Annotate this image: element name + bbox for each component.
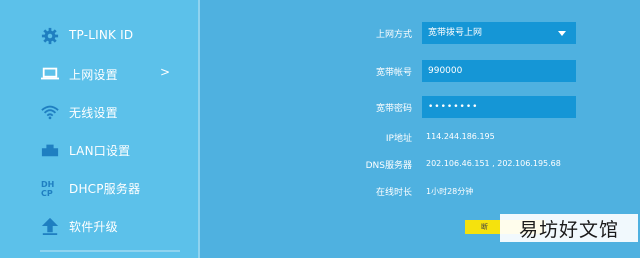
lan-port-icon xyxy=(40,140,60,160)
sidebar-item-label: DHCP服务器 xyxy=(69,182,141,196)
sidebar-item-internet-settings[interactable]: 上网设置 > xyxy=(0,56,198,92)
dns-label: DNS服务器 xyxy=(365,161,412,171)
sidebar-item-dhcp[interactable]: DH CP DHCP服务器 xyxy=(0,170,198,206)
watermark-text: 易坊好文馆 xyxy=(518,218,619,241)
dhcp-icon: DH CP xyxy=(40,178,60,198)
sidebar-item-label: 上网设置 xyxy=(69,68,118,82)
connection-mode-value: 宽带拨号上网 xyxy=(428,28,483,38)
password-label: 宽带密码 xyxy=(375,104,412,114)
connection-mode-select[interactable]: 宽带拨号上网 xyxy=(422,22,576,44)
svg-text:CP: CP xyxy=(41,189,53,198)
upload-icon xyxy=(40,216,60,236)
sidebar-item-upgrade[interactable]: 软件升级 xyxy=(0,208,198,244)
chevron-right-icon: > xyxy=(160,65,171,79)
sidebar-item-label: LAN口设置 xyxy=(69,144,131,158)
online-time-value: 1小时28分钟 xyxy=(426,187,474,196)
sidebar-item-label: 无线设置 xyxy=(69,106,118,120)
wifi-icon xyxy=(40,102,60,122)
sidebar-item-lan[interactable]: LAN口设置 xyxy=(0,132,198,168)
account-label: 宽带帐号 xyxy=(375,68,412,78)
sidebar-item-label: 软件升级 xyxy=(69,220,118,234)
sidebar-item-wireless[interactable]: 无线设置 xyxy=(0,94,198,130)
online-time-label: 在线时长 xyxy=(375,188,412,198)
account-input[interactable]: 990000 xyxy=(422,60,576,82)
ip-value: 114.244.186.195 xyxy=(426,132,495,141)
sidebar-item-label: TP-LINK ID xyxy=(69,28,134,42)
dns-value: 202.106.46.151 , 202.106.195.68 xyxy=(426,159,561,168)
svg-text:DH: DH xyxy=(41,180,54,189)
password-input[interactable]: •••••••• xyxy=(422,96,576,118)
dropdown-caret-icon xyxy=(558,31,566,36)
main-panel: 上网方式 宽带拨号上网 宽带帐号 990000 宽带密码 •••••••• IP… xyxy=(200,0,640,258)
watermark: 易坊好文馆 xyxy=(500,214,638,242)
sidebar: TP-LINK ID 上网设置 > 无线设置 LAN口设置 DH CP DHCP… xyxy=(0,0,200,258)
gear-icon xyxy=(40,26,60,46)
password-value: •••••••• xyxy=(428,102,479,112)
laptop-icon xyxy=(40,64,60,84)
sidebar-next-item-fragment xyxy=(40,250,180,258)
account-value: 990000 xyxy=(428,66,463,76)
disconnect-label: 断 xyxy=(481,223,488,231)
connection-mode-label: 上网方式 xyxy=(375,30,412,40)
sidebar-item-tplink-id[interactable]: TP-LINK ID xyxy=(0,18,198,54)
ip-label: IP地址 xyxy=(385,134,412,144)
